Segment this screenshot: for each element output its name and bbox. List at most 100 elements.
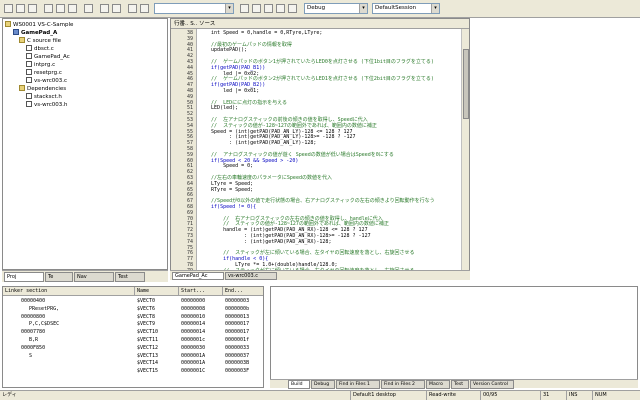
- linker-tree-node[interactable]: PResetPRG,: [29, 306, 59, 314]
- copy-button[interactable]: [56, 4, 65, 13]
- linker-tree-node[interactable]: B,R: [29, 337, 38, 345]
- code-line: : (int)getPAD(PAD_AN_RX)-128;: [199, 238, 332, 245]
- help-button[interactable]: [140, 4, 149, 13]
- undo-button[interactable]: [84, 4, 93, 13]
- save-button[interactable]: [28, 4, 37, 13]
- build-config-combo[interactable]: Debug ▾: [304, 3, 368, 14]
- linker-cell-name: $VECT8: [137, 313, 156, 320]
- linker-cell-start: 0000001A: [181, 352, 206, 359]
- bookmark-button[interactable]: [128, 4, 137, 13]
- linker-cell-start: 0000001c: [181, 337, 206, 343]
- output-tabs: Build Debug Find in Files 1 Find in File…: [270, 379, 638, 389]
- tree-item[interactable]: stacksct.h: [26, 93, 62, 101]
- folder-icon: [19, 37, 25, 43]
- file-icon: [26, 101, 32, 107]
- tree-item[interactable]: intprg.c: [26, 61, 55, 69]
- tree-item-label: intprg.c: [34, 62, 56, 68]
- session-combo[interactable]: DefaultSession ▾: [372, 3, 440, 14]
- linker-tree-node[interactable]: 00000800: [21, 314, 45, 322]
- linker-cell-name: $VECT12: [137, 344, 159, 351]
- linker-cell-end: 00000013: [225, 313, 250, 320]
- linker-cell-end: 0000003B: [225, 360, 250, 367]
- tree-item[interactable]: Dependencies: [19, 85, 66, 93]
- open-file-button[interactable]: [16, 4, 25, 13]
- tree-item[interactable]: resetprg.c: [26, 69, 62, 77]
- linker-cell-start: 00000014: [181, 321, 206, 328]
- code-line: RTyre = Speed;: [199, 186, 254, 193]
- tab-file-gamepad[interactable]: GamePad_Ac: [172, 272, 224, 280]
- linker-cell-name: $VECT14: [137, 360, 159, 367]
- linker-header-end[interactable]: End...: [223, 287, 263, 296]
- tab-navigation[interactable]: Nav: [74, 272, 114, 282]
- output-panel: [270, 286, 638, 388]
- project-node[interactable]: GamePad_A: [13, 29, 57, 37]
- dependencies-button[interactable]: [288, 4, 297, 13]
- stop-build-button[interactable]: [264, 4, 273, 13]
- linker-cell-end: 00000017: [225, 321, 250, 328]
- linker-tree-node[interactable]: 0000F850: [21, 345, 45, 353]
- project-label: GamePad_A: [21, 30, 58, 36]
- chevron-down-icon: ▾: [431, 4, 439, 13]
- status-insert: INS: [566, 391, 586, 400]
- tree-item[interactable]: vs-wrc003.h: [26, 101, 68, 109]
- linker-cell-end: 00000037: [225, 352, 250, 359]
- linker-tree-node[interactable]: 00007780: [21, 329, 45, 337]
- editor-tabs: GamePad_Ac vs-wrc003.c: [170, 270, 470, 280]
- tree-item[interactable]: dbsct.c: [26, 45, 54, 53]
- linker-cell-name: $VECT10: [137, 329, 159, 336]
- scrollbar-thumb[interactable]: [463, 49, 469, 119]
- editor-column-header: 行番.. S.. ソース: [171, 19, 469, 29]
- compile-button[interactable]: [276, 4, 285, 13]
- tab-macro[interactable]: Macro: [426, 380, 450, 389]
- tab-file-vs-wrc003[interactable]: vs-wrc003.c: [225, 272, 277, 280]
- tab-build[interactable]: Build: [288, 380, 310, 389]
- tab-projects[interactable]: Proj: [4, 272, 44, 282]
- find-next-button[interactable]: [112, 4, 121, 13]
- session-value: DefaultSession: [375, 5, 417, 11]
- tab-debug[interactable]: Debug: [311, 380, 335, 389]
- linker-tree-node[interactable]: P,C,C$DSEC: [29, 321, 59, 329]
- find-button[interactable]: [100, 4, 109, 13]
- status-numlock: NUM: [592, 391, 620, 400]
- tab-test-output[interactable]: Test: [451, 380, 469, 389]
- file-icon: [26, 53, 32, 59]
- linker-cell-end: 0000000b: [225, 305, 250, 312]
- status-bar: レディ Default1 desktop Read-write 00/95 31…: [0, 390, 640, 400]
- workspace-tree-panel: WS0001 VS-C-Sample GamePad_A C source fi…: [2, 18, 168, 270]
- tab-version-control[interactable]: Version Control: [470, 380, 514, 389]
- paste-button[interactable]: [68, 4, 77, 13]
- new-file-button[interactable]: [4, 4, 13, 13]
- editor-vertical-scrollbar[interactable]: [461, 29, 469, 279]
- find-combo[interactable]: ▾: [154, 3, 234, 14]
- code-line: Speed = 0;: [199, 163, 254, 170]
- tree-item[interactable]: vs-wrc003.c: [26, 77, 67, 85]
- linker-header-section[interactable]: Linker section: [3, 287, 135, 296]
- tree-item[interactable]: C source file: [19, 37, 61, 45]
- linker-header-name[interactable]: Name: [135, 287, 179, 296]
- build-all-button[interactable]: [252, 4, 261, 13]
- code-area[interactable]: int Speed = 0,handle = 0,RTyre,LTyre; //…: [199, 29, 461, 279]
- tab-find-in-files-2[interactable]: Find in Files 2: [381, 380, 425, 389]
- linker-cell-start: 0000001A: [181, 360, 206, 367]
- workspace-node[interactable]: WS0001 VS-C-Sample: [5, 21, 73, 29]
- code-line: : (int)getPAD(PAD_AN_LY)-128;: [199, 140, 317, 147]
- tree-item-label: GamePad_Ac: [34, 54, 70, 60]
- linker-cell-name: $VECT9: [137, 321, 156, 328]
- linker-tree-node[interactable]: 00000400: [21, 298, 45, 306]
- build-button[interactable]: [240, 4, 249, 13]
- status-desktop: Default1 desktop: [350, 391, 410, 400]
- project-icon: [13, 29, 19, 35]
- tab-test[interactable]: Test: [115, 272, 145, 282]
- linker-cell-start: 0000001C: [181, 368, 206, 375]
- tab-find-in-files-1[interactable]: Find in Files 1: [336, 380, 380, 389]
- cut-button[interactable]: [44, 4, 53, 13]
- file-icon: [26, 45, 32, 51]
- linker-header-start[interactable]: Start...: [179, 287, 223, 296]
- linker-cell-start: 00000010: [181, 313, 206, 320]
- linker-tree-node[interactable]: S: [29, 353, 32, 361]
- tree-item-label: resetprg.c: [34, 70, 62, 76]
- linker-cell-name: $VECT13: [137, 352, 159, 359]
- tab-templates[interactable]: Te: [45, 272, 73, 282]
- tree-item[interactable]: GamePad_Ac: [26, 53, 70, 61]
- status-mode: Read-write: [426, 391, 466, 400]
